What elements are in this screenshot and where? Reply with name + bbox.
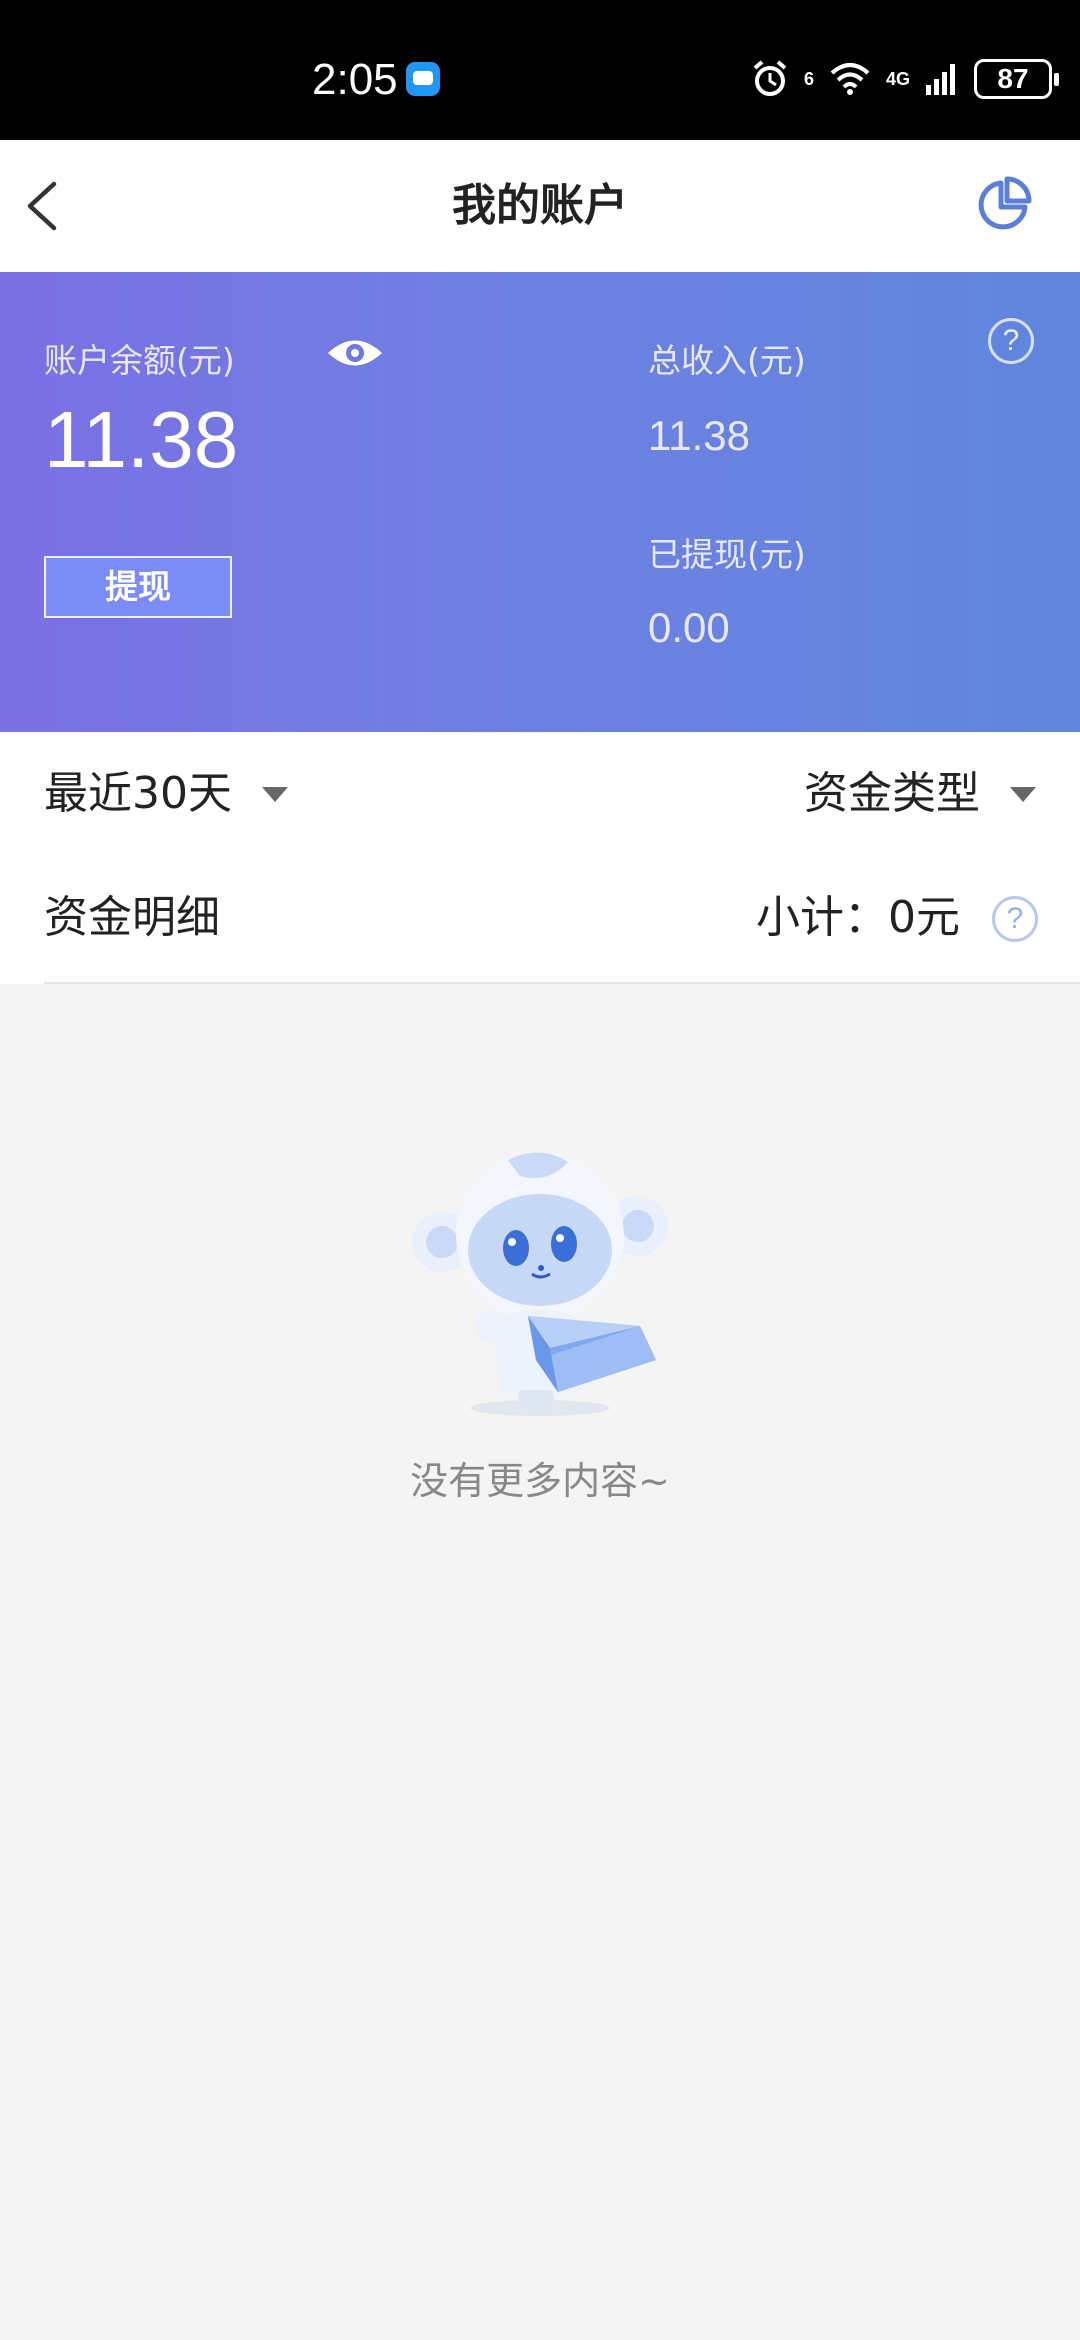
network-6-label: 6 [803,68,814,89]
total-income-value: 11.38 [648,412,750,459]
alarm-icon [753,60,787,96]
total-income-label: 总收入(元) [648,341,806,380]
period-filter-label: 最近30天 [44,768,232,819]
monkey-mascot-icon [412,1152,668,1416]
chevron-down-icon [1010,786,1036,802]
message-notification-icon [406,62,440,96]
withdrawn-label: 已提现(元) [648,535,806,574]
help-icon[interactable]: ? [992,896,1038,942]
chevron-down-icon [262,786,288,802]
battery-indicator: 87 [974,59,1059,99]
period-filter[interactable]: 最近30天 [44,766,288,822]
status-bar: 2:05 6 4G 87 [0,0,1080,140]
status-time: 2:05 [312,55,398,104]
divider [44,982,1080,984]
status-icons: 6 4G 87 [750,56,1059,102]
wifi-icon [830,63,870,95]
filter-section: 最近30天 资金类型 资金明细 小计：0元 ? [0,732,1080,984]
balance-label: 账户余额(元) [44,341,235,380]
balance-value: 11.38 [44,395,239,484]
account-summary-card: 账户余额(元) 11.38 提现 ? 总收入(元) 11.38 已提现(元) 0… [0,272,1080,732]
fund-type-filter[interactable]: 资金类型 [804,766,1036,822]
fund-type-filter-label: 资金类型 [804,768,980,819]
page-title: 我的账户 [452,180,628,231]
network-4g-label: 4G [885,68,910,89]
nav-bar: 我的账户 [0,140,1080,272]
pie-chart-icon[interactable] [974,174,1034,234]
help-icon[interactable]: ? [988,318,1034,364]
subtotal-text: 小计：0元 [756,892,960,943]
eye-icon[interactable] [326,336,384,370]
empty-state-message: 没有更多内容~ [410,1459,670,1503]
withdrawn-value: 0.00 [648,604,730,651]
withdraw-button[interactable]: 提现 [44,556,232,618]
fund-details-title: 资金明细 [44,892,220,943]
signal-icon [926,64,955,95]
